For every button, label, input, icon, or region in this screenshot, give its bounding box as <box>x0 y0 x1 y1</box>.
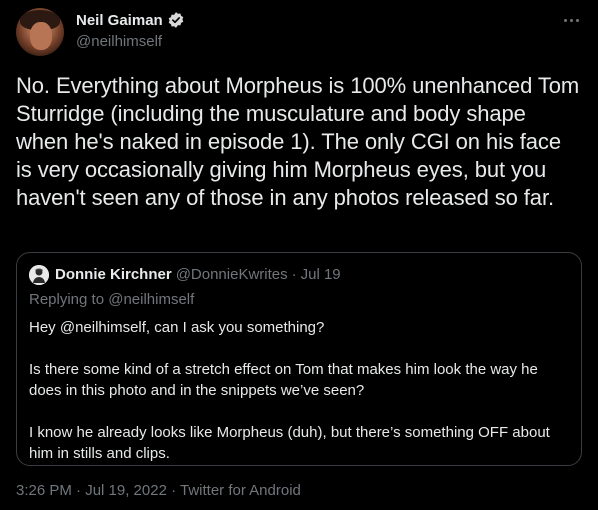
quoted-paragraph: Is there some kind of a stretch effect o… <box>29 361 538 399</box>
author-name-row: Neil Gaiman <box>76 11 185 29</box>
more-dot <box>575 18 579 22</box>
tweet-card: Neil Gaiman @neilhimself No. Everything … <box>0 0 598 510</box>
quoted-paragraph: Hey @neilhimself, can I ask you somethin… <box>29 319 325 336</box>
verified-badge-icon <box>167 11 185 29</box>
quoted-separator: · <box>291 266 297 283</box>
quoted-date: Jul 19 <box>300 266 341 283</box>
avatar-face <box>30 22 52 50</box>
author-display-name[interactable]: Neil Gaiman <box>76 12 163 29</box>
quoted-paragraph: I know he already looks like Morpheus (d… <box>29 424 550 462</box>
quoted-author-avatar <box>29 265 49 285</box>
author-handle[interactable]: @neilhimself <box>76 33 162 50</box>
more-dot <box>563 18 567 22</box>
tweet-timestamp[interactable]: 3:26 PM · Jul 19, 2022 · Twitter for And… <box>16 482 301 499</box>
tweet-text: No. Everything about Morpheus is 100% un… <box>16 73 580 210</box>
quoted-body: Hey @neilhimself, can I ask you somethin… <box>29 317 569 464</box>
quoted-header: Donnie Kirchner @DonnieKwrites · Jul 19 <box>55 266 341 283</box>
quoted-handle: @DonnieKwrites <box>175 266 288 283</box>
more-options-icon[interactable] <box>560 10 582 30</box>
quoted-display-name: Donnie Kirchner <box>55 266 172 283</box>
author-avatar[interactable] <box>16 8 64 56</box>
more-dot <box>569 18 573 22</box>
quoted-replying-to: Replying to @neilhimself <box>29 291 195 308</box>
quoted-tweet[interactable]: Donnie Kirchner @DonnieKwrites · Jul 19 … <box>16 252 582 466</box>
